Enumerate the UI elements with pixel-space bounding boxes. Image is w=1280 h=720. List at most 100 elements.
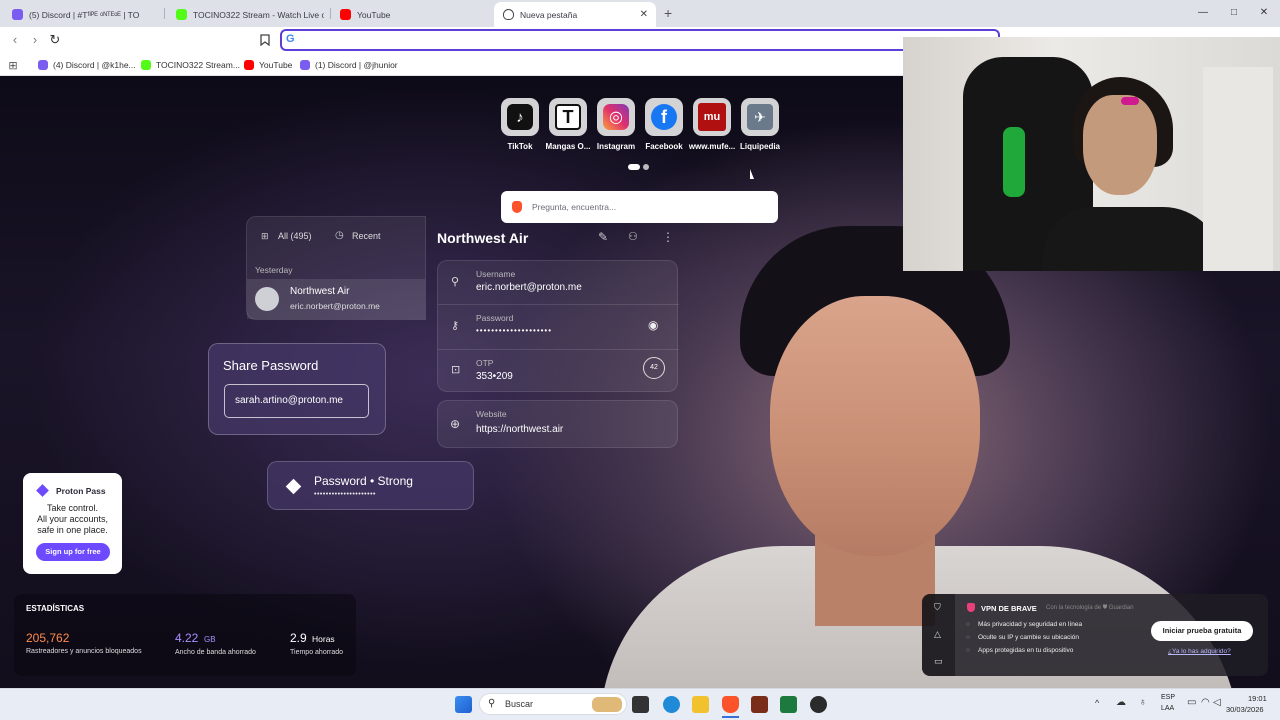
tab-youtube[interactable]: YouTube xyxy=(336,2,486,27)
shortcut-label: TikTok xyxy=(507,142,533,151)
background-photo-person-face xyxy=(770,296,980,556)
tab-kick-stream[interactable]: TOCINO322 Stream - Watch Live on K xyxy=(172,2,324,27)
tab-title: YouTube xyxy=(357,9,391,20)
tray-chevron-icon[interactable]: ^ xyxy=(1095,698,1099,708)
windows-start-icon[interactable] xyxy=(455,696,472,713)
already-purchased-link[interactable]: ¿Ya lo has adquirido? xyxy=(1168,648,1231,655)
search-highlight-icon xyxy=(592,697,622,712)
clock-date[interactable]: 30/03/2026 xyxy=(1226,705,1264,714)
sign-up-button[interactable]: Sign up for free xyxy=(36,543,110,561)
microphone-icon[interactable]: ♁ xyxy=(1139,697,1147,708)
stat-label: Rastreadores y anuncios bloqueados xyxy=(26,648,142,655)
shortcut-liquipedia[interactable]: ✈ xyxy=(741,98,779,136)
shortcut-mufe[interactable]: mu xyxy=(693,98,731,136)
share-users-icon: ⚇ xyxy=(628,231,638,243)
card-icon[interactable]: ▭ xyxy=(934,656,943,667)
close-tab-icon[interactable]: ✕ xyxy=(640,9,648,20)
ad-line: All your accounts, xyxy=(36,514,109,524)
stats-title: ESTADÍSTICAS xyxy=(26,604,85,613)
bookmark-kick-stream[interactable]: TOCINO322 Stream... xyxy=(141,57,240,72)
apps-grid-icon[interactable]: ⊞ xyxy=(6,58,20,72)
diamond-icon xyxy=(285,478,302,495)
share-title: Share Password xyxy=(223,358,319,373)
bookmark-discord-1[interactable]: (4) Discord | @k1he... xyxy=(38,57,136,72)
brave-icon[interactable] xyxy=(722,696,739,713)
field-label: Username xyxy=(476,269,516,279)
volume-icon[interactable]: ◁ xyxy=(1213,697,1221,708)
wifi-icon[interactable]: ◠ xyxy=(1201,697,1210,708)
task-view-icon[interactable] xyxy=(632,696,649,713)
taskbar-search-label: Buscar xyxy=(505,699,534,709)
ad-line: Take control. xyxy=(46,503,99,513)
shortcut-mangas[interactable]: T xyxy=(549,98,587,136)
tab-new-tab[interactable]: Nueva pestaña ✕ xyxy=(494,2,656,27)
discord-icon xyxy=(12,9,23,20)
shortcut-tiktok[interactable]: ♪ xyxy=(501,98,539,136)
warning-icon[interactable]: △ xyxy=(934,629,941,640)
shortcut-label: Instagram xyxy=(596,142,636,151)
person-shirt xyxy=(1043,207,1223,271)
page-dot[interactable] xyxy=(643,164,649,170)
proton-pass-ad[interactable]: Proton Pass Take control. All your accou… xyxy=(23,473,122,574)
taskbar-search[interactable]: ⚲ Buscar xyxy=(479,693,627,715)
vpn-title: VPN DE BRAVE xyxy=(981,604,1037,613)
shortcut-label: Facebook xyxy=(645,142,683,151)
pass-list-item: Northwest Air eric.norbert@proton.me xyxy=(247,279,425,319)
obs-icon[interactable] xyxy=(810,696,827,713)
clock-time[interactable]: 19:01 xyxy=(1248,694,1267,703)
discord-icon xyxy=(300,59,310,70)
reload-button[interactable]: ↻ xyxy=(46,31,64,49)
youtube-icon xyxy=(340,9,351,20)
password-value: •••••••••••••••••••• xyxy=(476,326,553,335)
liquipedia-icon: ✈ xyxy=(747,104,773,130)
discord-icon xyxy=(38,59,48,70)
edge-icon[interactable] xyxy=(663,696,680,713)
language-code[interactable]: ESP xyxy=(1161,694,1175,701)
back-button[interactable]: ‹ xyxy=(6,31,24,49)
excel-icon[interactable] xyxy=(780,696,797,713)
new-tab-button[interactable]: + xyxy=(664,5,672,21)
start-trial-button[interactable]: Iniciar prueba gratuita xyxy=(1151,621,1253,641)
tab-discord[interactable]: (5) Discord | #Tᶠᴵᴾᴱ ᵒᴺᵀᴱᵒᴱ | TO xyxy=(8,2,158,27)
tiktok-icon: ♪ xyxy=(507,104,533,130)
webcam-overlay xyxy=(903,37,1280,271)
proton-logo-icon xyxy=(36,484,49,497)
tab-title: (5) Discord | #Tᶠᴵᴾᴱ ᵒᴺᵀᴱᵒᴱ | TO xyxy=(29,9,140,20)
ad-brand: Proton Pass xyxy=(56,486,106,496)
shortcut-facebook[interactable]: f xyxy=(645,98,683,136)
file-explorer-icon[interactable] xyxy=(692,696,709,713)
vpn-feature: Oculte su IP y cambie su ubicación xyxy=(978,634,1080,641)
close-window-button[interactable]: ✕ xyxy=(1254,4,1274,22)
tab-title: Nueva pestaña xyxy=(520,9,578,20)
page-dot-active[interactable] xyxy=(628,164,640,170)
otp-timer: 42 xyxy=(643,357,665,379)
otp-value: 353•209 xyxy=(476,371,513,382)
bookmark-youtube[interactable]: YouTube xyxy=(244,57,292,72)
bookmark-icon[interactable] xyxy=(258,33,272,47)
share-email: sarah.artino@proton.me xyxy=(235,395,343,406)
keyboard-layout[interactable]: LAA xyxy=(1161,705,1174,712)
hair-clip xyxy=(1121,97,1139,105)
maximize-button[interactable]: □ xyxy=(1224,4,1244,22)
bookmark-discord-2[interactable]: (1) Discord | @jhunior xyxy=(300,57,398,72)
google-icon: G xyxy=(286,33,295,45)
minimize-button[interactable]: — xyxy=(1193,4,1213,22)
youtube-icon xyxy=(244,59,254,70)
brave-vpn-widget: ⛉ △ ▭ VPN DE BRAVE Con la tecnología de … xyxy=(922,594,1268,676)
check-icon: ○ xyxy=(966,634,970,641)
grid-icon: ⊞ xyxy=(261,231,269,241)
check-icon: ○ xyxy=(966,647,970,654)
vpn-sidebar: ⛉ △ ▭ xyxy=(922,594,955,676)
eye-icon: ◉ xyxy=(648,318,659,332)
game-icon[interactable] xyxy=(751,696,768,713)
recent-tab: Recent xyxy=(352,231,381,241)
monitor-icon[interactable]: ▭ xyxy=(1187,697,1196,708)
shortcut-instagram[interactable]: ◎ xyxy=(597,98,635,136)
network-tray-icon[interactable]: ☁ xyxy=(1116,697,1126,708)
search-box[interactable]: Pregunta, encuentra... xyxy=(501,191,778,223)
address-bar[interactable]: G xyxy=(280,29,1000,51)
forward-button[interactable]: › xyxy=(26,31,44,49)
shield-icon[interactable]: ⛉ xyxy=(934,602,941,613)
bookmark-label: (4) Discord | @k1he... xyxy=(53,59,136,70)
search-icon: ⚲ xyxy=(488,698,496,709)
